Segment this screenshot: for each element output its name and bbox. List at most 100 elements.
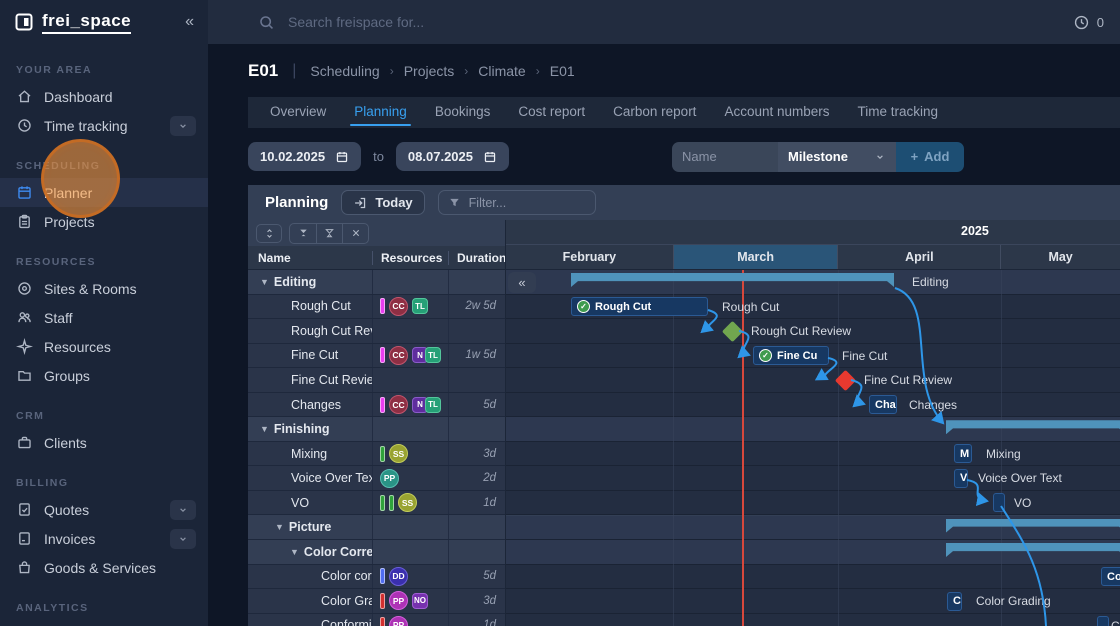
sidebar-item-clients[interactable]: Clients [0,428,208,457]
table-row-editing[interactable]: ▼Editing [248,270,505,295]
row-collapse-chevron-icon[interactable]: ▼ [260,277,269,287]
sidebar-item-time-tracking[interactable]: Time tracking [0,111,208,140]
table-row-fine-cut[interactable]: Fine CutCCNTL1w 5d [248,344,505,369]
milestone-name-input[interactable] [672,142,778,172]
task-resources [372,270,448,294]
table-row-mixing[interactable]: MixingSS3d [248,442,505,467]
task-bar-color-grading[interactable]: C [947,592,962,611]
table-row-rough-cut[interactable]: Rough CutCCTL2w 5d [248,295,505,320]
tab-account-numbers[interactable]: Account numbers [710,97,843,126]
calendar-icon [335,150,349,164]
task-bar-mixing[interactable]: M [954,444,972,463]
sidebar-item-resources[interactable]: Resources [0,332,208,361]
folder-icon [16,367,33,384]
date-from-field[interactable]: 10.02.2025 [248,142,361,171]
table-row-fine-cut-review[interactable]: Fine Cut Review [248,368,505,393]
sidebar-item-invoices[interactable]: Invoices [0,524,208,553]
tab-bookings[interactable]: Bookings [421,97,505,126]
clear-selection-button[interactable] [342,224,368,243]
sidebar-item-quotes[interactable]: Quotes [0,495,208,524]
sidebar-item-utilisation[interactable]: Utilisation [0,620,208,626]
gantt-row [506,565,1120,590]
sidebar-item-label: Planner [44,185,92,201]
milestone-type-select[interactable]: Milestone [778,142,896,172]
task-name: Color Grading [248,589,372,613]
expand-chevron-button[interactable] [170,529,196,549]
row-collapse-chevron-icon[interactable]: ▼ [290,547,299,557]
task-bar-rough-cut[interactable]: ✓Rough Cut [571,297,708,316]
table-row-conforming[interactable]: ConformingPP1d [248,614,505,626]
collapse-all-button[interactable] [290,224,316,243]
sidebar-section-resources: RESOURCESSites & RoomsStaffResourcesGrou… [0,250,208,390]
breadcrumb-item-e01[interactable]: E01 [550,63,575,79]
task-bar-vo[interactable] [993,493,1005,512]
table-row-changes[interactable]: ChangesCCNTL5d [248,393,505,418]
task-bar-fine-cut[interactable]: ✓Fine Cu [753,346,829,365]
sidebar-item-label: Sites & Rooms [44,281,137,297]
tab-planning[interactable]: Planning [340,97,421,126]
timer-widget[interactable]: 0 [1073,14,1104,31]
table-row-voice-over-text[interactable]: Voice Over TextPP2d [248,466,505,491]
sidebar-item-goods-services[interactable]: Goods & Services [0,553,208,582]
sidebar-collapse-button[interactable]: « [185,13,194,31]
timeline-month-march[interactable]: March [673,245,838,269]
resource-color-bar [380,568,385,584]
expand-collapse-rows-button[interactable] [256,224,282,243]
sidebar-item-planner[interactable]: Planner [0,178,208,207]
table-row-vo[interactable]: VOSS1d [248,491,505,516]
resource-color-bar [380,593,385,609]
row-collapse-chevron-icon[interactable]: ▼ [260,424,269,434]
gantt-filter-input[interactable] [438,190,596,215]
table-row-rough-cut-review[interactable]: Rough Cut Review [248,319,505,344]
table-row-finishing[interactable]: ▼ Finishing [248,417,505,442]
tab-time-tracking[interactable]: Time tracking [844,97,953,126]
tab-carbon-report[interactable]: Carbon report [599,97,710,126]
table-row-color-grading[interactable]: Color GradingPPNO3d [248,589,505,614]
timeline-month-april[interactable]: April [837,245,1000,269]
sidebar-item-staff[interactable]: Staff [0,303,208,332]
table-row-picture[interactable]: ▼Picture [248,515,505,540]
resource-color-bar [380,347,385,363]
today-button[interactable]: Today [341,190,424,215]
breadcrumb-item-scheduling[interactable]: Scheduling [310,63,379,79]
expand-chevron-button[interactable] [170,500,196,520]
task-resources [372,368,448,392]
search-input[interactable] [288,14,788,30]
task-name-label: Finishing [274,422,330,436]
sidebar-item-label: Staff [44,310,73,326]
tab-overview[interactable]: Overview [256,97,340,126]
tab-cost-report[interactable]: Cost report [504,97,599,126]
timeline-collapse-button[interactable]: « [508,272,536,293]
funnel-icon [448,196,461,209]
tab-bar: OverviewPlanningBookingsCost reportCarbo… [248,97,1120,128]
sidebar-item-projects[interactable]: Projects [0,207,208,236]
breadcrumb-item-projects[interactable]: Projects [404,63,455,79]
breadcrumb-item-climate[interactable]: Climate [478,63,525,79]
pin-icon [16,280,33,297]
add-milestone-button[interactable]: + Add [896,142,964,172]
task-bar-col[interactable]: Col [1101,567,1120,586]
sidebar-item-groups[interactable]: Groups [0,361,208,390]
resource-badge-pp: PP [389,591,408,610]
timeline-month-may[interactable]: May [1000,245,1120,269]
gantt-task-label: Changes [909,398,957,412]
timeline-month-february[interactable]: February [506,245,673,269]
task-bar-conforming[interactable] [1097,616,1109,626]
date-to-field[interactable]: 08.07.2025 [396,142,509,171]
table-row-color-correction[interactable]: Color correctionDD5d [248,565,505,590]
row-collapse-chevron-icon[interactable]: ▼ [275,522,284,532]
task-resources: PP [372,466,448,490]
task-bar-changes[interactable]: Cha [869,395,897,414]
check-circle-icon: ✓ [759,349,772,362]
gantt-task-label: Voice Over Text [978,471,1062,485]
expand-all-button[interactable] [316,224,342,243]
expand-chevron-button[interactable] [170,116,196,136]
table-row-color-correction[interactable]: ▼Color Correction [248,540,505,565]
sidebar-item-dashboard[interactable]: Dashboard [0,82,208,111]
task-bar-voice-over-text[interactable]: V [954,469,968,488]
gantt-filter-field[interactable] [469,196,569,210]
resource-color-bar [380,397,385,413]
task-name: Voice Over Text [248,466,372,490]
sidebar-item-sites-rooms[interactable]: Sites & Rooms [0,274,208,303]
date-from-value: 10.02.2025 [260,149,325,164]
